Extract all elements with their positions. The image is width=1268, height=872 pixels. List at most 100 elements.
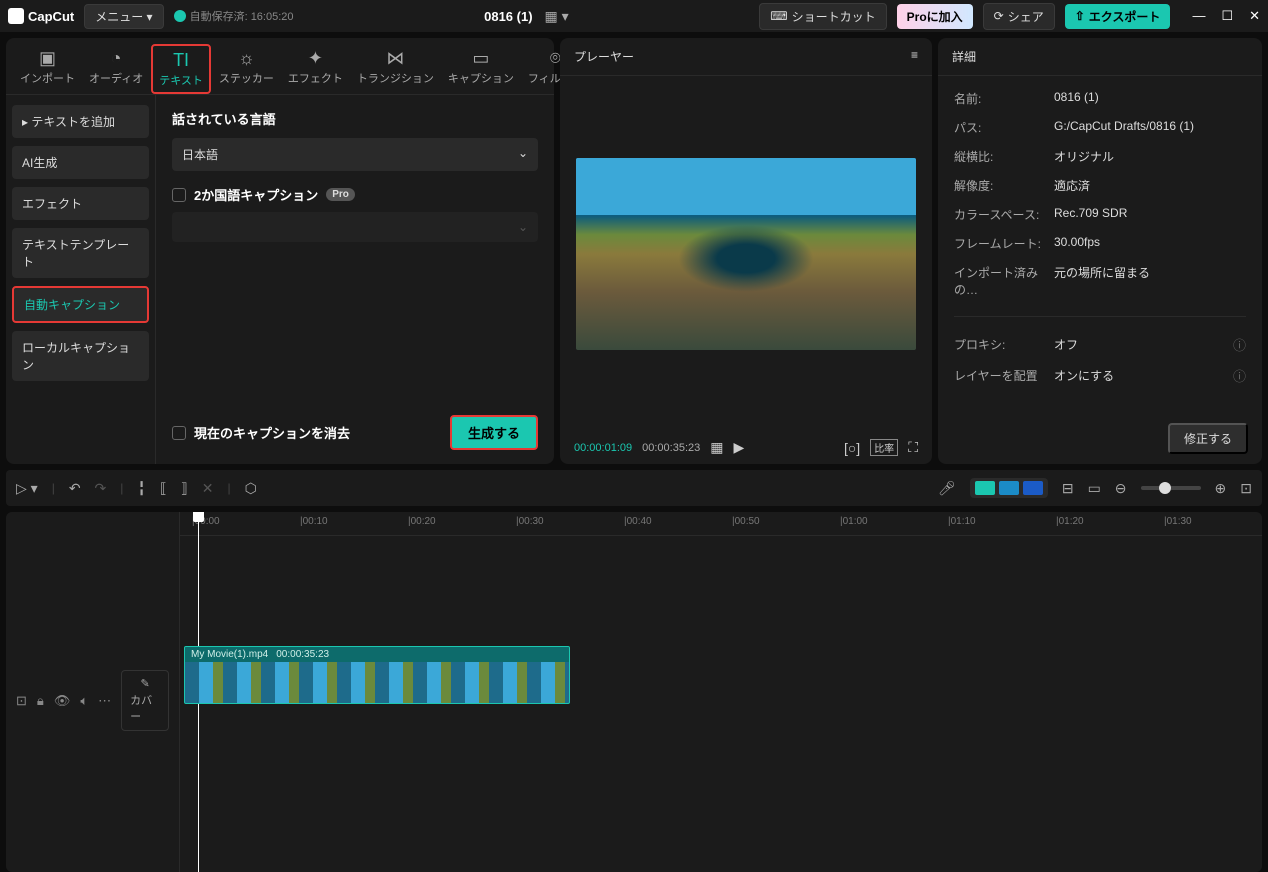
zoom-out-icon[interactable]: ⊖ bbox=[1115, 480, 1127, 497]
sidebar-item-template[interactable]: テキストテンプレート bbox=[12, 228, 149, 278]
undo-icon[interactable]: ↶ bbox=[69, 480, 81, 497]
fit-icon[interactable]: ⊡ bbox=[1240, 480, 1252, 497]
clear-checkbox[interactable] bbox=[172, 426, 186, 440]
minimize-icon[interactable]: — bbox=[1192, 8, 1205, 24]
trim-right-icon[interactable]: ⟧ bbox=[181, 480, 188, 497]
tab-text[interactable]: TIテキスト bbox=[151, 44, 211, 94]
more-icon[interactable]: ⋯ bbox=[98, 693, 111, 709]
tab-caption[interactable]: ▭キャプション bbox=[442, 44, 520, 90]
snap-chip-2[interactable] bbox=[999, 481, 1019, 495]
export-button[interactable]: ⇧エクスポート bbox=[1065, 4, 1171, 29]
zoom-in-icon[interactable]: ⊕ bbox=[1215, 480, 1227, 497]
titlebar: CapCut メニュー ▾ 自動保存済: 16:05:20 0816 (1) ▦… bbox=[0, 0, 1268, 32]
zoom-slider[interactable] bbox=[1141, 486, 1201, 490]
play-icon[interactable]: ▶ bbox=[733, 439, 744, 456]
tab-transition[interactable]: ⋈トランジション bbox=[351, 44, 440, 90]
info-icon[interactable]: ⓘ bbox=[1233, 335, 1246, 354]
ruler-tick: |01:20 bbox=[1056, 516, 1084, 527]
sidebar-item-auto-caption[interactable]: 自動キャプション bbox=[12, 286, 149, 323]
snap-toggle-group[interactable] bbox=[970, 478, 1048, 498]
detail-val-layer[interactable]: オンにする bbox=[1054, 367, 1114, 384]
share-button[interactable]: ⟳シェア bbox=[983, 3, 1055, 30]
align-icon[interactable]: ⊟ bbox=[1062, 480, 1074, 497]
sidebar-item-effect[interactable]: エフェクト bbox=[12, 187, 149, 220]
import-icon: ▣ bbox=[39, 48, 56, 68]
fix-button[interactable]: 修正する bbox=[1168, 423, 1248, 454]
shortcut-button[interactable]: ⌨ショートカット bbox=[759, 3, 886, 30]
player-title: プレーヤー bbox=[574, 48, 634, 65]
sidebar-item-ai-gen[interactable]: AI生成 bbox=[12, 146, 149, 179]
export-icon: ⇧ bbox=[1075, 9, 1085, 23]
timeline-tracks[interactable]: |00:00|00:10|00:20|00:30|00:40|00:50|01:… bbox=[180, 512, 1262, 872]
snap-chip-3[interactable] bbox=[1023, 481, 1043, 495]
detail-key-colorspace: カラースペース: bbox=[954, 206, 1054, 223]
timeline-track-header: ⊡ 🔒︎ 👁 🔈︎ ⋯ ✎ カバー bbox=[6, 512, 180, 872]
generate-button[interactable]: 生成する bbox=[450, 415, 538, 450]
tab-import[interactable]: ▣インポート bbox=[14, 44, 81, 90]
lock-icon[interactable]: 🔒︎ bbox=[37, 693, 44, 709]
ratio-button[interactable]: 比率 bbox=[870, 439, 898, 456]
detail-val-import: 元の場所に留まる bbox=[1054, 264, 1150, 298]
video-clip[interactable]: My Movie(1).mp4 00:00:35:23 bbox=[184, 646, 570, 704]
info-icon[interactable]: ⓘ bbox=[1233, 366, 1246, 385]
crop-icon[interactable]: [○] bbox=[844, 440, 860, 456]
language-select[interactable]: 日本語 ⌄ bbox=[172, 138, 538, 171]
cover-button[interactable]: ✎ カバー bbox=[121, 670, 169, 731]
snap-chip-1[interactable] bbox=[975, 481, 995, 495]
bilingual-checkbox[interactable] bbox=[172, 188, 186, 202]
preview-icon[interactable]: ▭ bbox=[1088, 480, 1101, 497]
frame-grid-icon[interactable]: ▦ bbox=[710, 439, 723, 456]
detail-val-resolution: 適応済 bbox=[1054, 177, 1090, 194]
shield-icon[interactable]: ⬡ bbox=[245, 480, 257, 497]
capcut-icon bbox=[8, 8, 24, 24]
chevron-down-icon: ⌄ bbox=[518, 146, 528, 163]
detail-val-path: G:/CapCut Drafts/0816 (1) bbox=[1054, 119, 1194, 136]
details-title: 詳細 bbox=[952, 48, 976, 65]
detail-val-name: 0816 (1) bbox=[1054, 90, 1099, 107]
player-menu-icon[interactable]: ≡ bbox=[911, 48, 918, 65]
delete-icon[interactable]: ✕ bbox=[202, 480, 214, 497]
sticker-icon: ☼ bbox=[238, 48, 255, 68]
clip-name: My Movie(1).mp4 bbox=[191, 649, 268, 660]
mute-icon[interactable]: 🔈︎ bbox=[80, 693, 88, 709]
tab-sticker[interactable]: ☼ステッカー bbox=[213, 44, 280, 90]
project-title: 0816 (1) bbox=[484, 9, 532, 24]
bilingual-select-disabled: ⌄ bbox=[172, 212, 538, 242]
bilingual-label: 2か国語キャプション bbox=[194, 185, 318, 204]
menu-button[interactable]: メニュー ▾ bbox=[84, 4, 163, 29]
pointer-icon[interactable]: ▷ ▾ bbox=[16, 480, 38, 497]
close-icon[interactable]: ✕ bbox=[1249, 8, 1260, 24]
detail-key-name: 名前: bbox=[954, 90, 1054, 107]
timeline-ruler[interactable]: |00:00|00:10|00:20|00:30|00:40|00:50|01:… bbox=[180, 512, 1262, 536]
detail-key-aspect: 縦横比: bbox=[954, 148, 1054, 165]
timeline: ⊡ 🔒︎ 👁 🔈︎ ⋯ ✎ カバー |00:00|00:10|00:20|00:… bbox=[6, 512, 1262, 872]
detail-key-proxy: プロキシ: bbox=[954, 336, 1054, 353]
bilingual-row: 2か国語キャプション Pro bbox=[172, 185, 538, 204]
maximize-icon[interactable]: ☐ bbox=[1221, 8, 1233, 24]
detail-val-fps: 30.00fps bbox=[1054, 235, 1100, 252]
video-preview bbox=[576, 158, 916, 350]
check-icon bbox=[174, 10, 186, 22]
eye-icon[interactable]: 👁 bbox=[54, 693, 71, 709]
redo-icon[interactable]: ↷ bbox=[95, 480, 107, 497]
tab-effect[interactable]: ✦エフェクト bbox=[282, 44, 349, 90]
language-value: 日本語 bbox=[182, 146, 218, 163]
split-icon[interactable]: ╏ bbox=[137, 480, 145, 497]
time-current: 00:00:01:09 bbox=[574, 442, 632, 454]
sidebar-item-local-caption[interactable]: ローカルキャプション bbox=[12, 331, 149, 381]
player-controls: 00:00:01:09 00:00:35:23 ▦ ▶ [○] 比率 ⛶ bbox=[560, 431, 932, 464]
sidebar-item-add-text[interactable]: テキストを追加 bbox=[12, 105, 149, 138]
keyboard-icon: ⌨ bbox=[770, 9, 787, 23]
trim-left-icon[interactable]: ⟦ bbox=[160, 480, 167, 497]
track-add-icon[interactable]: ⊡ bbox=[16, 693, 27, 709]
detail-val-proxy[interactable]: オフ bbox=[1054, 336, 1078, 353]
mic-icon[interactable]: 🎤︎ bbox=[938, 480, 956, 497]
pro-button[interactable]: Proに加入 bbox=[897, 4, 973, 29]
app-logo: CapCut bbox=[8, 8, 74, 24]
layout-icon[interactable]: ▦ ▾ bbox=[545, 8, 569, 25]
fullscreen-icon[interactable]: ⛶ bbox=[908, 439, 918, 456]
player-viewport[interactable] bbox=[560, 76, 932, 431]
autosave-status: 自動保存済: 16:05:20 bbox=[174, 8, 294, 24]
clear-label: 現在のキャプションを消去 bbox=[194, 423, 350, 442]
tab-audio[interactable]: ◔オーディオ bbox=[83, 44, 149, 90]
